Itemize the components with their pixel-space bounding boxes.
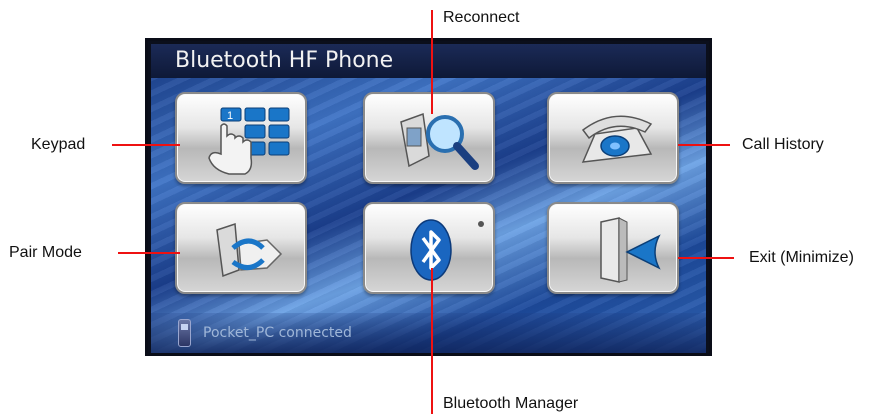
- exit-callout-line: [678, 257, 734, 259]
- callout-reconnect: Reconnect: [443, 9, 520, 26]
- pair-mode-callout-line: [118, 252, 180, 254]
- svg-text:1: 1: [227, 110, 233, 122]
- device-window: Bluetooth HF Phone 1 Pocket_PC connected: [145, 38, 712, 356]
- bluetooth-manager-button[interactable]: [363, 202, 495, 294]
- reconnect-callout-line: [431, 10, 433, 114]
- callout-pair-mode: Pair Mode: [9, 244, 82, 261]
- callout-call-history: Call History: [742, 136, 824, 153]
- callout-bluetooth-manager: Bluetooth Manager: [443, 395, 579, 412]
- status-bar: Pocket_PC connected: [151, 313, 706, 353]
- pair-mode-button[interactable]: [175, 202, 307, 294]
- phone-status-icon: [178, 319, 191, 347]
- keypad-button[interactable]: 1: [175, 92, 307, 184]
- exit-door-icon: [600, 217, 661, 283]
- reconnect-button[interactable]: [363, 92, 495, 184]
- keypad-icon: 1: [208, 107, 290, 175]
- call-history-callout-line: [678, 144, 730, 146]
- device-screen: Bluetooth HF Phone 1 Pocket_PC connected: [151, 44, 706, 353]
- callout-exit: Exit (Minimize): [749, 249, 854, 266]
- bluetooth-manager-callout-line: [431, 268, 433, 414]
- connection-status: Pocket_PC connected: [203, 325, 352, 341]
- keypad-callout-line: [112, 144, 180, 146]
- pair-phones-icon: [216, 222, 283, 278]
- callout-keypad: Keypad: [31, 136, 86, 153]
- call-history-button[interactable]: [547, 92, 679, 184]
- exit-button[interactable]: [547, 202, 679, 294]
- telephone-icon: [581, 115, 653, 163]
- window-title: Bluetooth HF Phone: [151, 44, 706, 78]
